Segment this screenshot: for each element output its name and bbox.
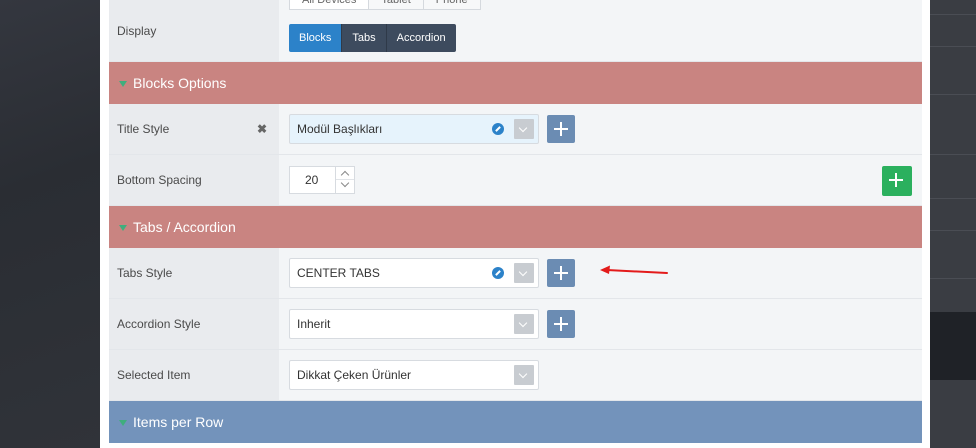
display-segmented-control: Blocks Tabs Accordion: [289, 23, 456, 52]
settings-form: Display Blocks Tabs Accordion All Device…: [109, 0, 922, 443]
collapse-triangle-icon: [119, 80, 127, 87]
device-tab-tablet[interactable]: Tablet: [368, 0, 424, 10]
title-style-value: Modül Başlıkları: [297, 122, 383, 136]
selected-item-row: Selected Item Dikkat Çeken Ürünler: [109, 350, 922, 401]
display-row: Display Blocks Tabs Accordion All Device…: [109, 0, 922, 62]
add-tabs-style-button[interactable]: [547, 259, 575, 287]
display-option-accordion[interactable]: Accordion: [386, 23, 456, 52]
add-accordion-style-button[interactable]: [547, 310, 575, 338]
chevron-down-icon[interactable]: [514, 119, 534, 139]
accordion-style-select[interactable]: Inherit: [289, 309, 539, 339]
title-style-row: Title Style ✖ Modül Başlıkları: [109, 104, 922, 155]
bottom-spacing-value: 20: [305, 173, 319, 187]
tabs-style-label: Tabs Style: [109, 248, 279, 298]
tabs-style-value: CENTER TABS: [297, 266, 380, 280]
device-tab-all[interactable]: All Devices: [289, 0, 370, 10]
red-arrow-annotation: [600, 265, 668, 274]
backdrop-right: [930, 0, 976, 448]
add-setting-button[interactable]: [882, 166, 912, 196]
display-label: Display: [109, 0, 279, 61]
tabs-style-row: Tabs Style CENTER TABS: [109, 248, 922, 299]
chevron-down-icon[interactable]: [514, 314, 534, 334]
display-option-blocks[interactable]: Blocks: [289, 23, 343, 52]
stepper-down-icon[interactable]: [340, 178, 350, 188]
section-title: Tabs / Accordion: [133, 219, 236, 235]
title-style-label: Title Style: [117, 122, 170, 136]
chevron-down-icon[interactable]: [514, 263, 534, 283]
accordion-style-value: Inherit: [297, 317, 331, 331]
module-settings-modal: Display Blocks Tabs Accordion All Device…: [100, 0, 930, 448]
section-title: Items per Row: [133, 414, 224, 430]
chevron-down-icon[interactable]: [514, 365, 534, 385]
bottom-spacing-stepper[interactable]: 20: [289, 166, 355, 194]
close-x-icon[interactable]: ✖: [257, 122, 267, 136]
collapse-triangle-icon: [119, 224, 127, 231]
title-style-select[interactable]: Modül Başlıkları: [289, 114, 539, 144]
accordion-style-row: Accordion Style Inherit: [109, 299, 922, 350]
device-tabs: All Devices Tablet Phone: [289, 0, 481, 10]
selected-item-value: Dikkat Çeken Ürünler: [297, 368, 412, 382]
tabs-style-select[interactable]: CENTER TABS: [289, 258, 539, 288]
section-tabs-accordion[interactable]: Tabs / Accordion: [109, 206, 922, 248]
bottom-spacing-label: Bottom Spacing: [109, 155, 279, 205]
add-title-style-button[interactable]: [547, 115, 575, 143]
section-title: Blocks Options: [133, 75, 227, 91]
edit-dot-icon[interactable]: [492, 267, 504, 279]
selected-item-label: Selected Item: [109, 350, 279, 400]
selected-item-select[interactable]: Dikkat Çeken Ürünler: [289, 360, 539, 390]
display-option-tabs[interactable]: Tabs: [342, 23, 387, 52]
accordion-style-label: Accordion Style: [109, 299, 279, 349]
backdrop-left: [0, 0, 100, 448]
section-items-per-row[interactable]: Items per Row: [109, 401, 922, 443]
edit-dot-icon[interactable]: [492, 123, 504, 135]
section-blocks-options[interactable]: Blocks Options: [109, 62, 922, 104]
collapse-triangle-icon: [119, 419, 127, 426]
bottom-spacing-row: Bottom Spacing 20: [109, 155, 922, 206]
device-tab-phone[interactable]: Phone: [422, 0, 481, 10]
